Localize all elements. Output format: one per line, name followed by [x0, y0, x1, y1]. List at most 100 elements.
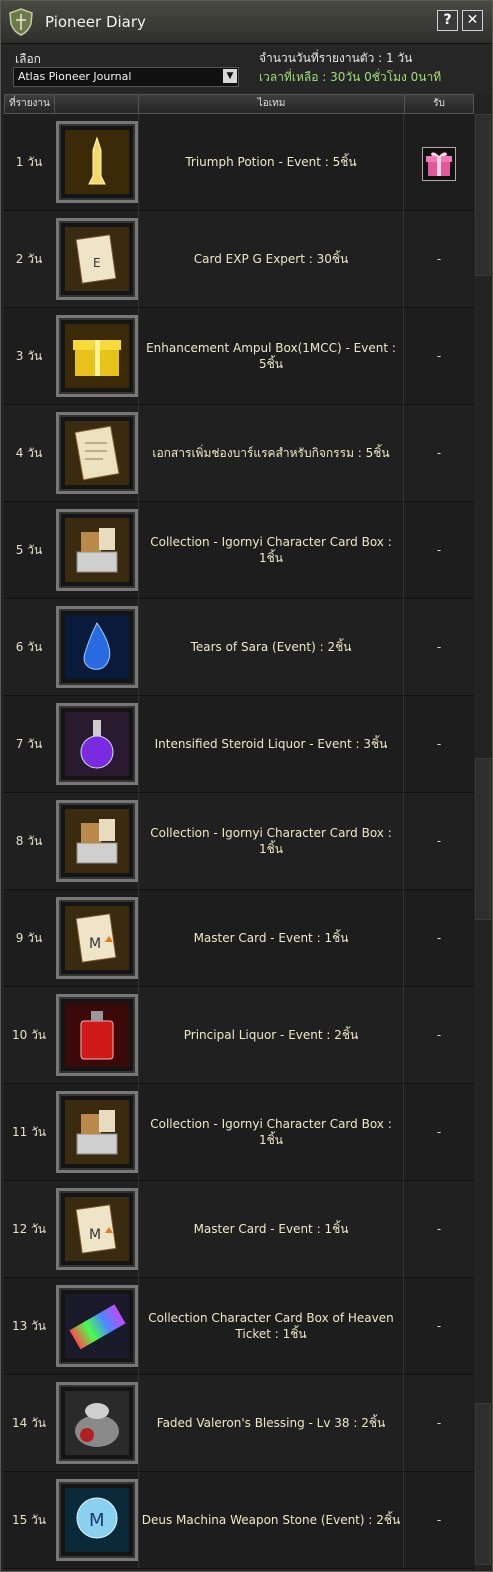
day-cell: 14 วัน — [11, 1416, 47, 1430]
header-icon — [55, 95, 139, 113]
table-header: ที่รายงานตัว ไอเทม รับ — [4, 94, 474, 127]
item-name: Principal Liquor - Event : 2ชิ้น — [138, 987, 404, 1083]
potion-icon — [65, 130, 129, 194]
item-slot[interactable] — [56, 703, 138, 785]
item-slot[interactable]: M — [56, 1188, 138, 1270]
day-cell: 10 วัน — [11, 1028, 47, 1042]
table-row: 1 วัน Triumph Potion - Event : 5ชิ้น — [4, 114, 474, 211]
item-slot[interactable] — [56, 1285, 138, 1367]
item-name: Faded Valeron's Blessing - Lv 38 : 2ชิ้น — [138, 1375, 404, 1471]
table-row: 6 วัน Tears of Sara (Event) : 2ชิ้น - — [4, 599, 474, 696]
item-name: Collection - Igornyi Character Card Box … — [138, 502, 404, 598]
table-row: 8 วัน Collection - Igornyi Character Card… — [4, 793, 474, 890]
header-day: ที่รายงานตัว — [5, 95, 55, 127]
claim-gift-button[interactable] — [422, 147, 456, 181]
day-cell: 12 วัน — [11, 1222, 47, 1236]
card-box-icon — [65, 809, 129, 873]
claim-cell: - — [436, 1222, 442, 1236]
claim-cell: - — [436, 446, 442, 460]
item-slot[interactable] — [56, 509, 138, 591]
chevron-down-icon[interactable]: ▼ — [223, 69, 237, 83]
claim-cell: - — [436, 1125, 442, 1139]
table-row: 15 วัน M Deus Machina Weapon Stone (Event)… — [4, 1472, 474, 1569]
item-slot[interactable]: M — [56, 897, 138, 979]
time-left-text: เวลาที่เหลือ : 30วัน 0ชั่วโมง 0นาที — [259, 70, 442, 84]
day-cell: 9 วัน — [15, 931, 43, 945]
item-name: Collection - Igornyi Character Card Box … — [138, 793, 404, 889]
scrollbar-thumb[interactable] — [475, 758, 491, 920]
table-row: 10 วัน Principal Liquor - Event : 2ชิ้น - — [4, 987, 474, 1084]
day-cell: 8 วัน — [15, 834, 43, 848]
claim-cell: - — [436, 1416, 442, 1430]
item-name: Master Card - Event : 1ชิ้น — [138, 890, 404, 986]
day-cell: 11 วัน — [11, 1125, 47, 1139]
item-name: Card EXP G Expert : 30ชิ้น — [138, 211, 404, 307]
card-box-icon — [65, 1100, 129, 1164]
item-slot[interactable] — [56, 412, 138, 494]
close-button[interactable]: ✕ — [462, 10, 483, 31]
day-cell: 3 วัน — [15, 349, 43, 363]
day-cell: 6 วัน — [15, 640, 43, 654]
claim-cell: - — [436, 1028, 442, 1042]
item-name: Intensified Steroid Liquor - Event : 3ชิ… — [138, 696, 404, 792]
master-card-icon: M — [65, 1197, 129, 1261]
claim-cell: - — [436, 640, 442, 654]
flask-icon — [65, 712, 129, 776]
title-bar[interactable]: Pioneer Diary ? ✕ — [1, 1, 492, 44]
claim-cell: - — [436, 349, 442, 363]
svg-text:M: M — [89, 936, 101, 952]
svg-text:M: M — [89, 1227, 101, 1243]
table-row: 5 วัน Collection - Igornyi Character Card… — [4, 502, 474, 599]
journal-select-value: Atlas Pioneer Journal — [18, 70, 132, 83]
table-row: 11 วัน Collection - Igornyi Character Car… — [4, 1084, 474, 1181]
table-row: 7 วัน Intensified Steroid Liquor - Event … — [4, 696, 474, 793]
item-name: Collection - Igornyi Character Card Box … — [138, 1084, 404, 1180]
svg-text:M: M — [89, 1510, 105, 1531]
journal-select[interactable]: Atlas Pioneer Journal ▼ — [13, 67, 239, 87]
item-name: Deus Machina Weapon Stone (Event) : 2ชิ้… — [138, 1472, 404, 1568]
item-name: Tears of Sara (Event) : 2ชิ้น — [138, 599, 404, 695]
table-row: 3 วัน Enhancement Ampul Box(1MCC) - Event… — [4, 308, 474, 405]
item-name: Triumph Potion - Event : 5ชิ้น — [138, 114, 404, 210]
item-name: Master Card - Event : 1ชิ้น — [138, 1181, 404, 1277]
blessing-bag-icon — [65, 1391, 129, 1455]
table-row: 2 วัน E Card EXP G Expert : 30ชิ้น - — [4, 211, 474, 308]
item-slot[interactable] — [56, 606, 138, 688]
claim-cell: - — [436, 1319, 442, 1333]
claim-cell: - — [436, 737, 442, 751]
item-name: Enhancement Ampul Box(1MCC) - Event : 5ช… — [138, 308, 404, 404]
filter-area: เลือก Atlas Pioneer Journal ▼ จำนวนวันที… — [1, 44, 492, 94]
gift-icon — [426, 152, 452, 176]
pioneer-diary-window: Pioneer Diary ? ✕ เลือก Atlas Pioneer Jo… — [0, 0, 493, 1572]
day-cell: 2 วัน — [15, 252, 43, 266]
item-slot[interactable] — [56, 1091, 138, 1173]
item-slot[interactable] — [56, 994, 138, 1076]
item-slot[interactable] — [56, 800, 138, 882]
item-slot[interactable] — [56, 315, 138, 397]
ticket-icon — [65, 1294, 129, 1358]
scrollbar-thumb[interactable] — [475, 1403, 491, 1565]
red-bottle-icon — [65, 1003, 129, 1067]
item-slot[interactable]: E — [56, 218, 138, 300]
claim-cell: - — [436, 252, 442, 266]
item-name: Collection Character Card Box of Heaven … — [138, 1278, 404, 1374]
header-claim: รับ — [433, 98, 445, 109]
item-slot[interactable] — [56, 1382, 138, 1464]
item-slot[interactable] — [56, 121, 138, 203]
days-reported-text: จำนวนวันที่รายงานตัว : 1 วัน — [259, 51, 413, 65]
header-item: ไอเทม — [139, 95, 405, 113]
scrollbar-thumb[interactable] — [475, 114, 491, 276]
card-icon: E — [65, 227, 129, 291]
claim-cell: - — [436, 1513, 442, 1527]
day-cell: 4 วัน — [15, 446, 43, 460]
master-card-icon: M — [65, 906, 129, 970]
day-cell: 13 วัน — [11, 1319, 47, 1333]
tear-gem-icon — [65, 615, 129, 679]
window-title: Pioneer Diary — [45, 13, 146, 31]
help-button[interactable]: ? — [437, 10, 458, 31]
table-row: 4 วัน เอกสารเพิ่มช่องบาร์แรคสำหรับกิจกรรม… — [4, 405, 474, 502]
svg-text:E: E — [93, 256, 101, 270]
claim-cell: - — [436, 834, 442, 848]
item-slot[interactable]: M — [56, 1479, 138, 1561]
table-row: 13 วัน Collection Character Card Box of H… — [4, 1278, 474, 1375]
